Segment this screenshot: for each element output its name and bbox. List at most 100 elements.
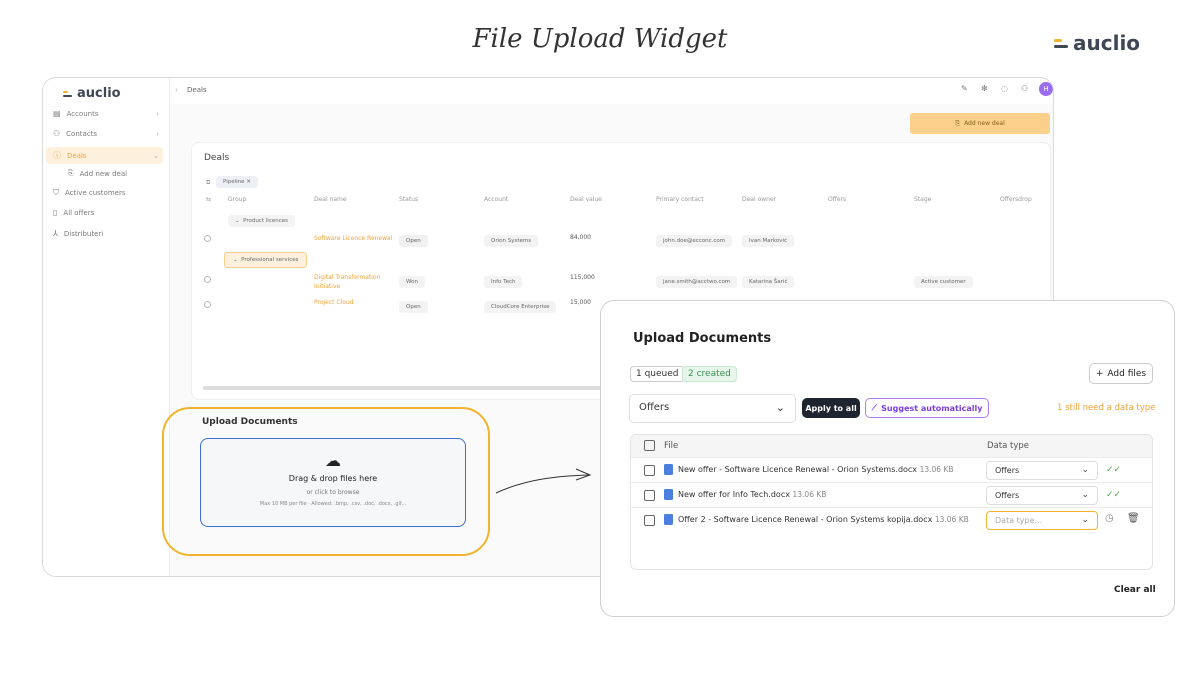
file-name: New offer for Info Tech.docx 13.06 KB bbox=[678, 490, 826, 499]
filter-chip[interactable]: Pipeline ✕ bbox=[216, 176, 258, 188]
gear-icon[interactable]: ✻ bbox=[981, 84, 988, 93]
group-row-product-licences[interactable]: ⌄ Product licences bbox=[228, 215, 295, 227]
col-deal-owner[interactable]: Deal owner bbox=[742, 196, 776, 203]
tree-icon: ⅄ bbox=[53, 229, 58, 238]
deals-title: Deals bbox=[204, 153, 230, 163]
plus-icon: + bbox=[1095, 368, 1104, 379]
contacts-icon: ⚇ bbox=[53, 129, 61, 138]
trash-icon[interactable]: 🗑 bbox=[1127, 513, 1140, 524]
deal-value: 15,000 bbox=[570, 299, 591, 306]
sidebar-item-all-offers[interactable]: ▯ All offers bbox=[53, 208, 163, 217]
row-radio[interactable] bbox=[204, 235, 211, 242]
chevron-right-icon: › bbox=[156, 109, 159, 118]
sidebar: auclio ▤ Accounts › ⚇ Contacts › ⓘ Deals… bbox=[43, 78, 170, 576]
col-group[interactable]: Group bbox=[228, 196, 246, 203]
contact-chip[interactable]: john.doe@ecconc.com bbox=[656, 235, 733, 247]
col-deal-value[interactable]: Deal value bbox=[570, 196, 602, 203]
group-row-professional-services[interactable]: ⌄ Professional services bbox=[224, 252, 308, 268]
sidebar-item-label: Accounts bbox=[66, 109, 99, 118]
bell-icon[interactable]: ◌ bbox=[1001, 84, 1008, 93]
files-table-header: File Data type bbox=[631, 435, 1152, 457]
file-size: 13.06 KB bbox=[934, 515, 969, 524]
row-checkbox[interactable] bbox=[644, 465, 655, 476]
deal-name-link[interactable]: Digital Transformation Initiative bbox=[314, 273, 386, 291]
col-deal-name[interactable]: Deal name bbox=[314, 196, 347, 203]
puzzle-icon[interactable]: ✎ bbox=[961, 84, 968, 93]
owner-chip[interactable]: Katarina Šarić bbox=[742, 276, 795, 288]
suggest-automatically-button[interactable]: ⟋ Suggest automatically bbox=[865, 398, 989, 418]
row-data-type-select[interactable]: Offers ⌄ bbox=[986, 486, 1098, 505]
row-data-type-select[interactable]: Data type... ⌄ bbox=[986, 511, 1098, 530]
row-radio[interactable] bbox=[204, 301, 211, 308]
collapse-icon[interactable]: ‹ bbox=[175, 86, 178, 94]
account-chip[interactable]: Orion Systems bbox=[484, 235, 539, 247]
queued-badge: 1 queued bbox=[630, 366, 685, 382]
sidebar-item-label: Add new deal bbox=[79, 169, 128, 178]
sidebar-item-add-new-deal[interactable]: ⎘ Add new deal bbox=[68, 169, 178, 178]
file-row: Offer 2 - Software Licence Renewal - Ori… bbox=[631, 507, 1152, 532]
add-new-deal-label: Add new deal bbox=[964, 120, 1005, 127]
chevron-down-icon: ⌄ bbox=[775, 401, 785, 414]
account-chip[interactable]: CloudCore Enterprise bbox=[484, 301, 557, 313]
apply-to-all-button[interactable]: Apply to all bbox=[802, 398, 860, 418]
col-offers[interactable]: Offers bbox=[828, 196, 846, 203]
select-all-checkbox[interactable] bbox=[644, 440, 655, 451]
clear-all-button[interactable]: Clear all bbox=[1114, 585, 1156, 595]
sidebar-item-active-customers[interactable]: ⛉ Active customers bbox=[53, 188, 163, 198]
row-data-type-value: Offers bbox=[995, 466, 1020, 475]
row-checkbox[interactable] bbox=[644, 490, 655, 501]
suggest-label: Suggest automatically bbox=[881, 403, 983, 413]
sidebar-item-label: Active customers bbox=[65, 189, 126, 197]
stage-chip[interactable]: Active customer bbox=[914, 276, 973, 288]
deals-icon: ⓘ bbox=[53, 151, 61, 160]
account-chip[interactable]: Info Tech bbox=[484, 276, 523, 288]
row-data-type-value: Offers bbox=[995, 491, 1020, 500]
sidebar-item-accounts[interactable]: ▤ Accounts › bbox=[53, 109, 163, 118]
add-deal-icon: ⎘ bbox=[68, 169, 74, 177]
file-name: Offer 2 - Software Licence Renewal - Ori… bbox=[678, 515, 969, 524]
sidebar-item-label: Deals bbox=[67, 151, 87, 160]
avatar[interactable]: H bbox=[1039, 82, 1053, 96]
owner-chip[interactable]: Ivan Marković bbox=[742, 235, 795, 247]
chevron-down-icon: ⌄ bbox=[1081, 490, 1089, 500]
docx-file-icon bbox=[664, 489, 673, 500]
building-icon: ▤ bbox=[53, 109, 61, 118]
deal-name-link[interactable]: Project Cloud bbox=[314, 299, 354, 306]
users-icon[interactable]: ⚇ bbox=[1021, 84, 1028, 93]
sidebar-item-contacts[interactable]: ⚇ Contacts › bbox=[53, 129, 163, 138]
col-offersdrop[interactable]: Offersdrop bbox=[1000, 196, 1032, 203]
col-status[interactable]: Status bbox=[399, 196, 418, 203]
add-doc-icon: ⎘ bbox=[955, 119, 961, 127]
contact-chip[interactable]: jane.smith@acctwo.com bbox=[656, 276, 738, 288]
breadcrumb: Deals bbox=[187, 86, 207, 94]
row-radio[interactable] bbox=[204, 276, 211, 283]
clock-icon: ◷ bbox=[1105, 513, 1114, 524]
app-logo: auclio bbox=[63, 86, 121, 101]
chevron-right-icon: › bbox=[156, 129, 159, 138]
horizontal-scrollbar[interactable] bbox=[203, 386, 603, 390]
file-row: New offer for Info Tech.docx 13.06 KB Of… bbox=[631, 482, 1152, 507]
hero-title: File Upload Widget bbox=[472, 24, 728, 54]
col-stage[interactable]: Stage bbox=[914, 196, 931, 203]
sidebar-item-distributeri[interactable]: ⅄ Distributeri bbox=[53, 229, 163, 238]
deal-name-link[interactable]: Software Licence Renewal bbox=[314, 235, 392, 242]
col-file: File bbox=[664, 441, 679, 451]
add-files-button[interactable]: + Add files bbox=[1089, 363, 1153, 384]
sidebar-item-label: Distributeri bbox=[63, 229, 104, 238]
expand-all-icon[interactable]: ⇆ bbox=[206, 196, 211, 203]
col-primary-contact[interactable]: Primary contact bbox=[656, 196, 704, 203]
row-data-type-placeholder: Data type... bbox=[995, 516, 1043, 525]
sidebar-item-deals[interactable]: ⓘ Deals ⌄ bbox=[46, 147, 163, 164]
add-new-deal-button[interactable]: ⎘ Add new deal bbox=[910, 113, 1050, 134]
col-account[interactable]: Account bbox=[484, 196, 508, 203]
row-data-type-select[interactable]: Offers ⌄ bbox=[986, 461, 1098, 480]
group-label: Product licences bbox=[243, 218, 288, 224]
data-type-select[interactable]: Offers ⌄ bbox=[629, 394, 796, 423]
row-checkbox[interactable] bbox=[644, 515, 655, 526]
magic-wand-icon: ⟋ bbox=[871, 403, 878, 412]
files-table: File Data type New offer - Software Lice… bbox=[630, 434, 1153, 570]
file-name-text: New offer - Software Licence Renewal - O… bbox=[678, 465, 918, 474]
missing-type-warning: 1 still need a data type bbox=[1057, 403, 1156, 413]
panel-title: Upload Documents bbox=[633, 331, 772, 346]
file-size: 13.06 KB bbox=[919, 465, 954, 474]
